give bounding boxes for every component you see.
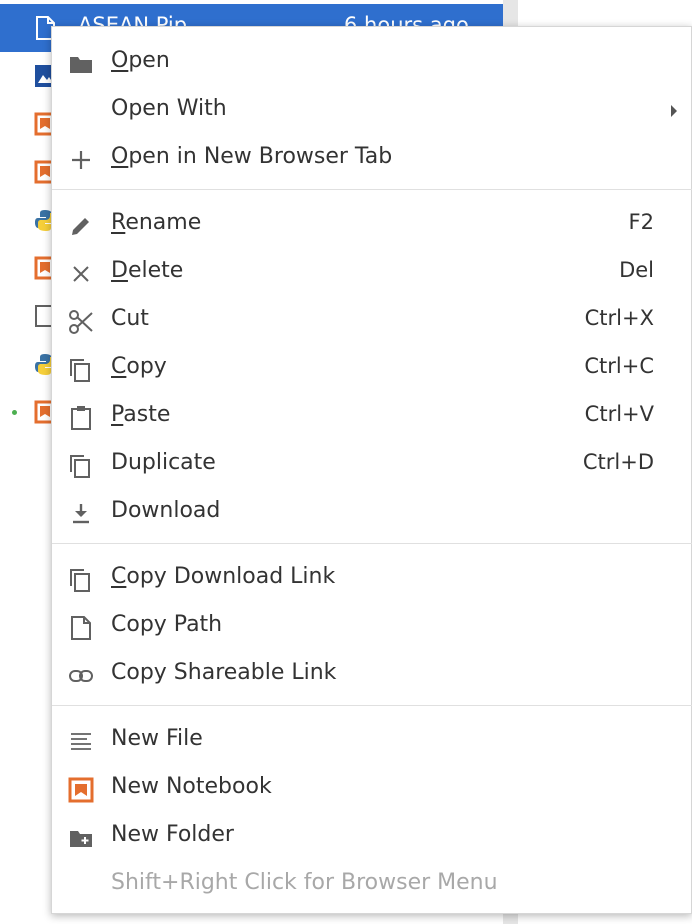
menu-item-rename[interactable]: Rename F2 xyxy=(52,201,692,249)
menu-item-label: Open With xyxy=(111,96,227,121)
menu-item-label: New Folder xyxy=(111,822,234,847)
menu-item-shortcut: Del xyxy=(619,258,654,282)
menu-item-paste[interactable]: Paste Ctrl+V xyxy=(52,393,692,441)
menu-item-shortcut: Ctrl+C xyxy=(584,354,654,378)
menu-item-shortcut: F2 xyxy=(628,210,654,234)
menu-item-copy[interactable]: Copy Ctrl+C xyxy=(52,345,692,393)
menu-item-shortcut: Ctrl+X xyxy=(584,306,654,330)
pencil-icon xyxy=(72,218,89,235)
folder-icon xyxy=(70,57,92,73)
menu-item-duplicate[interactable]: Duplicate Ctrl+D xyxy=(52,441,692,489)
submenu-arrow-icon xyxy=(671,105,677,117)
running-indicator-icon xyxy=(12,410,17,415)
menu-item-copy-download-link[interactable]: Copy Download Link xyxy=(52,555,692,603)
menu-separator xyxy=(52,543,692,544)
menu-item-label: Download xyxy=(111,498,221,523)
close-icon xyxy=(73,266,89,282)
menu-item-download[interactable]: Download xyxy=(52,489,692,537)
menu-item-label: Copy xyxy=(111,354,167,379)
copy-icon xyxy=(70,359,90,382)
menu-item-label: Paste xyxy=(111,402,171,427)
menu-item-open[interactable]: Open xyxy=(52,39,692,87)
download-icon xyxy=(73,504,89,524)
menu-item-new-folder[interactable]: New Folder xyxy=(52,813,692,861)
plus-icon xyxy=(72,151,90,169)
menu-item-delete[interactable]: Delete Del xyxy=(52,249,692,297)
menu-item-open-new-tab[interactable]: Open in New Browser Tab xyxy=(52,135,692,183)
menu-item-browser-menu-hint: Shift+Right Click for Browser Menu xyxy=(52,861,692,909)
duplicate-icon xyxy=(70,455,90,478)
menu-item-label: New Notebook xyxy=(111,774,272,799)
menu-item-label: Shift+Right Click for Browser Menu xyxy=(111,870,498,895)
menu-item-label: Delete xyxy=(111,258,184,283)
menu-item-copy-path[interactable]: Copy Path xyxy=(52,603,692,651)
menu-item-label: Open xyxy=(111,48,170,73)
menu-item-shortcut: Ctrl+D xyxy=(582,450,654,474)
menu-item-shortcut: Ctrl+V xyxy=(584,402,654,426)
menu-item-new-notebook[interactable]: New Notebook xyxy=(52,765,692,813)
menu-item-label: Copy Path xyxy=(111,612,223,637)
context-menu: Open Open With Open in New Browser Tab R… xyxy=(51,26,692,914)
scissors-icon xyxy=(69,310,93,334)
menu-item-label: Rename xyxy=(111,210,202,235)
link-icon xyxy=(69,670,93,682)
copy-icon xyxy=(70,569,90,592)
file-icon xyxy=(71,616,91,640)
menu-item-copy-shareable-link[interactable]: Copy Shareable Link xyxy=(52,651,692,699)
clipboard-icon xyxy=(71,406,91,430)
menu-item-label: Copy Shareable Link xyxy=(111,660,337,685)
menu-item-cut[interactable]: Cut Ctrl+X xyxy=(52,297,692,345)
menu-item-label: Copy Download Link xyxy=(111,564,336,589)
menu-item-label: Duplicate xyxy=(111,450,216,475)
menu-separator xyxy=(52,705,692,706)
notebook-icon xyxy=(68,777,94,803)
menu-separator xyxy=(52,189,692,190)
menu-item-label: New File xyxy=(111,726,203,751)
menu-item-new-file[interactable]: New File xyxy=(52,717,692,765)
menu-item-open-with[interactable]: Open With xyxy=(52,87,692,135)
menu-item-label: Cut xyxy=(111,306,149,331)
new-folder-icon xyxy=(70,831,92,847)
text-file-icon xyxy=(71,733,91,750)
menu-item-label: Open in New Browser Tab xyxy=(111,144,393,169)
